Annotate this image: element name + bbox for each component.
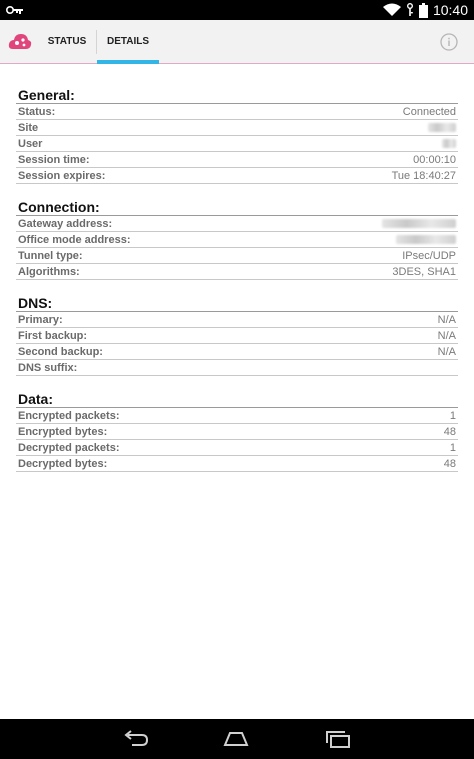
row-tunnel-type: Tunnel type: IPsec/UDP	[16, 248, 458, 264]
section-title: General:	[16, 84, 458, 104]
redacted-gateway-value	[382, 219, 456, 228]
wifi-icon	[382, 3, 401, 16]
section-title: DNS:	[16, 292, 458, 312]
row-session-time: Session time: 00:00:10	[16, 152, 458, 168]
home-icon[interactable]	[222, 727, 250, 751]
row-decrypted-bytes: Decrypted bytes: 48	[16, 456, 458, 472]
row-encrypted-packets: Encrypted packets: 1	[16, 408, 458, 424]
status-value: Connected	[402, 105, 456, 118]
row-gateway-address: Gateway address:	[16, 216, 458, 232]
details-content: General: Status: Connected Site User Ses…	[16, 84, 458, 484]
section-connection: Connection: Gateway address: Office mode…	[16, 196, 458, 280]
row-user: User	[16, 136, 458, 152]
status-bar: 10:40	[0, 0, 474, 20]
tab-status[interactable]: STATUS	[38, 20, 96, 64]
redacted-site-value	[428, 123, 456, 132]
section-data: Data: Encrypted packets: 1 Encrypted byt…	[16, 388, 458, 472]
action-bar: STATUS DETAILS	[0, 20, 474, 64]
section-general: General: Status: Connected Site User Ses…	[16, 84, 458, 184]
row-encrypted-bytes: Encrypted bytes: 48	[16, 424, 458, 440]
row-decrypted-packets: Decrypted packets: 1	[16, 440, 458, 456]
navigation-bar	[0, 719, 474, 759]
section-title: Connection:	[16, 196, 458, 216]
vpn-key-icon	[406, 3, 413, 16]
clock: 10:40	[432, 2, 468, 18]
row-first-backup: First backup: N/A	[16, 328, 458, 344]
tab-details[interactable]: DETAILS	[97, 20, 159, 64]
row-dns-suffix: DNS suffix:	[16, 360, 458, 376]
section-dns: DNS: Primary: N/A First backup: N/A Seco…	[16, 292, 458, 376]
row-session-expires: Session expires: Tue 18:40:27	[16, 168, 458, 184]
back-icon[interactable]	[122, 727, 150, 751]
key-icon	[6, 6, 23, 14]
selected-tab-indicator	[97, 60, 159, 64]
app-logo-icon	[8, 34, 32, 49]
row-second-backup: Second backup: N/A	[16, 344, 458, 360]
row-status: Status: Connected	[16, 104, 458, 120]
battery-icon	[418, 2, 428, 18]
recent-apps-icon[interactable]	[324, 727, 352, 751]
redacted-user-value	[442, 139, 456, 148]
row-algorithms: Algorithms: 3DES, SHA1	[16, 264, 458, 280]
row-office-mode-address: Office mode address:	[16, 232, 458, 248]
section-title: Data:	[16, 388, 458, 408]
info-icon[interactable]	[440, 33, 458, 51]
row-primary: Primary: N/A	[16, 312, 458, 328]
redacted-office-mode-value	[396, 235, 456, 244]
row-site: Site	[16, 120, 458, 136]
